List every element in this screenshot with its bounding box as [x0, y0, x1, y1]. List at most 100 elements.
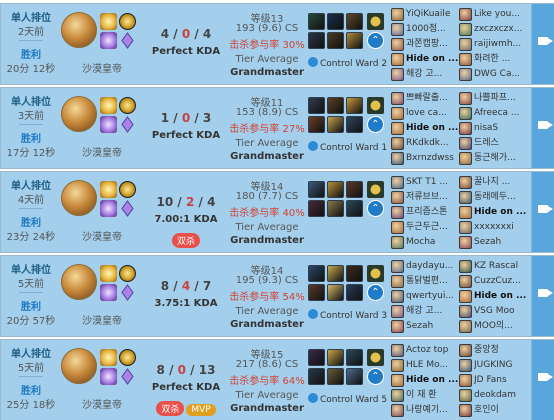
- participant-row[interactable]: 두근두근...: [391, 220, 459, 235]
- participant-name[interactable]: 화려한 ...: [474, 53, 526, 66]
- participant-name[interactable]: daydayu...: [406, 260, 458, 273]
- participant-row[interactable]: zxczxczx...: [459, 22, 527, 37]
- participant-row[interactable]: 1000점...: [391, 22, 459, 37]
- match-card[interactable]: 单人排位 4天前 胜利 23分 24秒 沙漠皇帝 10 / 2 / 4 7.00…: [0, 171, 554, 253]
- flash-spell-icon[interactable]: [100, 265, 117, 282]
- replay-button[interactable]: [531, 340, 554, 420]
- replay-button[interactable]: [531, 4, 554, 84]
- replay-button[interactable]: [531, 88, 554, 168]
- participant-row[interactable]: JUGKING: [459, 358, 527, 373]
- participant-row[interactable]: love ca...: [391, 106, 459, 121]
- participant-name[interactable]: Mocha: [406, 236, 458, 249]
- participant-name[interactable]: 저류브브...: [406, 191, 458, 204]
- participant-name[interactable]: RKdkdk...: [406, 137, 458, 150]
- secondary-rune-icon[interactable]: [119, 368, 136, 385]
- participant-row[interactable]: Hide on ...: [459, 205, 527, 220]
- participant-row[interactable]: 중앙정: [459, 343, 527, 358]
- participant-row[interactable]: Actoz top: [391, 343, 459, 358]
- flash-spell-icon[interactable]: [100, 181, 117, 198]
- participant-name[interactable]: 과쫀캡팡...: [406, 38, 458, 51]
- participant-name[interactable]: 동래메두...: [474, 191, 526, 204]
- participant-name[interactable]: 프리즘스톤: [406, 206, 458, 219]
- item-icon[interactable]: [308, 349, 325, 366]
- participant-name[interactable]: raijiwmh...: [474, 38, 526, 51]
- participant-name[interactable]: 두근두근...: [406, 221, 458, 234]
- secondary-rune-icon[interactable]: [119, 284, 136, 301]
- teleport-spell-icon[interactable]: [100, 368, 117, 385]
- participant-row[interactable]: DWG Ca...: [459, 67, 527, 82]
- item-icon[interactable]: [327, 200, 344, 217]
- keystone-rune-icon[interactable]: [119, 181, 136, 198]
- keystone-rune-icon[interactable]: [119, 349, 136, 366]
- trinket-icon[interactable]: [367, 349, 384, 366]
- participant-row[interactable]: Hide on ...: [391, 52, 459, 67]
- participant-row[interactable]: raijiwmh...: [459, 37, 527, 52]
- participant-name[interactable]: 1000점...: [406, 23, 458, 36]
- item-icon[interactable]: [308, 97, 325, 114]
- item-icon[interactable]: [327, 368, 344, 385]
- participant-name[interactable]: DWG Ca...: [474, 68, 526, 81]
- participant-row[interactable]: VSG Moo: [459, 304, 527, 319]
- replay-button[interactable]: [531, 256, 554, 336]
- participant-name[interactable]: Hide on ...: [474, 206, 526, 219]
- teleport-spell-icon[interactable]: [100, 32, 117, 49]
- replay-button[interactable]: [531, 172, 554, 252]
- champion-portrait[interactable]: [61, 180, 97, 216]
- teleport-spell-icon[interactable]: [100, 116, 117, 133]
- participant-row[interactable]: Bxrnzdwss: [391, 151, 459, 166]
- participant-row[interactable]: 드레스: [459, 136, 527, 151]
- participant-row[interactable]: Hide on ...: [391, 121, 459, 136]
- trinket-icon[interactable]: [367, 13, 384, 30]
- item-icon[interactable]: [327, 13, 344, 30]
- participant-name[interactable]: 이 재 환: [406, 389, 458, 402]
- trinket-icon[interactable]: [367, 181, 384, 198]
- item-icon[interactable]: [308, 284, 325, 301]
- secondary-rune-icon[interactable]: [119, 200, 136, 217]
- participant-name[interactable]: YiQiKuaile: [406, 8, 458, 21]
- item-icon[interactable]: [308, 13, 325, 30]
- champion-portrait[interactable]: [61, 96, 97, 132]
- item-icon[interactable]: [346, 116, 363, 133]
- keystone-rune-icon[interactable]: [119, 13, 136, 30]
- participant-row[interactable]: daydayu...: [391, 259, 459, 274]
- match-card[interactable]: 单人排位 3天前 胜利 17分 12秒 沙漠皇帝 1 / 0 / 3 Perfe…: [0, 87, 554, 169]
- trinket-icon[interactable]: [367, 265, 384, 282]
- participant-row[interactable]: Hide on ...: [391, 373, 459, 388]
- participant-name[interactable]: HLE Mo...: [406, 359, 458, 372]
- participant-name[interactable]: 드레스: [474, 137, 526, 150]
- participant-name[interactable]: 나쁠파프...: [474, 92, 526, 105]
- participant-name[interactable]: JUGKING: [474, 359, 526, 372]
- participant-name[interactable]: Hide on ...: [406, 53, 458, 66]
- match-card[interactable]: 单人排位 5天前 胜利 20分 57秒 沙漠皇帝 8 / 4 / 7 3.75:…: [0, 255, 554, 337]
- participant-row[interactable]: 통닭벌편...: [391, 274, 459, 289]
- participant-name[interactable]: nisaS: [474, 122, 526, 135]
- build-toggle-icon[interactable]: ⌃: [367, 116, 384, 133]
- item-icon[interactable]: [308, 116, 325, 133]
- keystone-rune-icon[interactable]: [119, 97, 136, 114]
- participant-name[interactable]: 해강 고...: [406, 305, 458, 318]
- participant-name[interactable]: MOO의...: [474, 320, 526, 333]
- item-icon[interactable]: [346, 13, 363, 30]
- participant-row[interactable]: 꿀나지 ...: [459, 175, 527, 190]
- participant-row[interactable]: YiQiKuaile: [391, 7, 459, 22]
- item-icon[interactable]: [346, 368, 363, 385]
- participant-row[interactable]: Sezah: [459, 235, 527, 250]
- item-icon[interactable]: [308, 200, 325, 217]
- build-toggle-icon[interactable]: ⌃: [367, 368, 384, 385]
- participant-row[interactable]: 화려한 ...: [459, 52, 527, 67]
- participant-name[interactable]: JD Fans: [474, 374, 526, 387]
- item-icon[interactable]: [327, 265, 344, 282]
- item-icon[interactable]: [327, 116, 344, 133]
- match-card[interactable]: 单人排位 5天前 胜利 25分 18秒 沙漠皇帝 8 / 0 / 13 Perf…: [0, 339, 554, 420]
- participant-name[interactable]: KZ Rascal: [474, 260, 526, 273]
- participant-name[interactable]: love ca...: [406, 107, 458, 120]
- champion-portrait[interactable]: [61, 348, 97, 384]
- participant-name[interactable]: 나랑예기...: [406, 404, 458, 417]
- participant-row[interactable]: KZ Rascal: [459, 259, 527, 274]
- participant-name[interactable]: 중앙정: [474, 344, 526, 357]
- participant-row[interactable]: Like you...: [459, 7, 527, 22]
- participant-row[interactable]: Mocha: [391, 235, 459, 250]
- item-icon[interactable]: [308, 32, 325, 49]
- participant-row[interactable]: qwertyui...: [391, 289, 459, 304]
- participant-row[interactable]: nisaS: [459, 121, 527, 136]
